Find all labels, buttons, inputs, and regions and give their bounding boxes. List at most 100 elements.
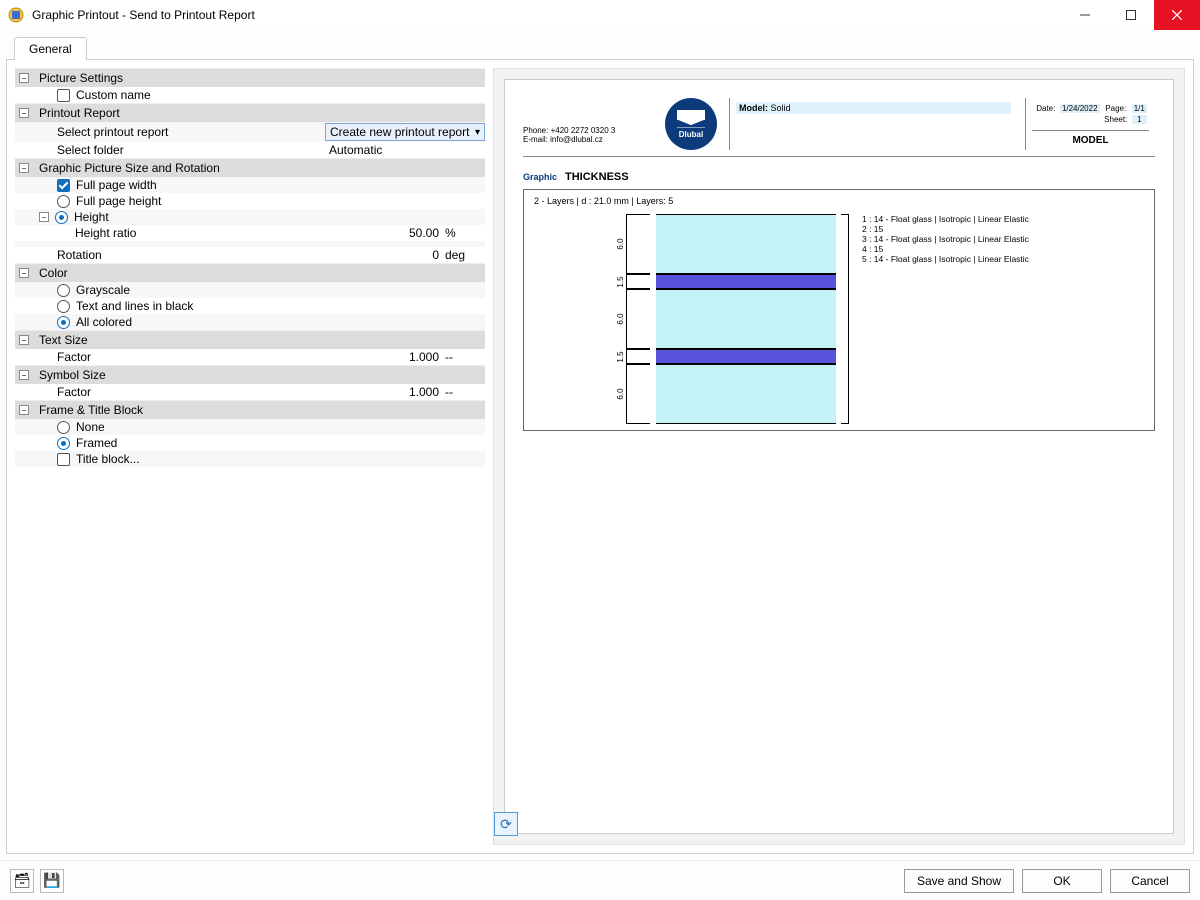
graphic-title-row: Graphic THICKNESS (523, 171, 1155, 183)
row-select-folder: Select folder Automatic (15, 142, 485, 158)
minimize-button[interactable] (1062, 0, 1108, 30)
layer-stack (656, 214, 836, 424)
section-picture-settings[interactable]: −Picture Settings (15, 68, 485, 87)
grayscale-radio[interactable] (57, 284, 70, 297)
custom-name-checkbox[interactable] (57, 89, 70, 102)
maximize-button[interactable] (1108, 0, 1154, 30)
page-value: 1/1 (1132, 104, 1147, 113)
section-symbol-size[interactable]: −Symbol Size (15, 365, 485, 384)
save-and-show-button[interactable]: Save and Show (904, 869, 1014, 893)
rotation-unit: deg (445, 248, 485, 262)
section-frame[interactable]: −Frame & Title Block (15, 400, 485, 419)
row-height-ratio: Height ratio 50.00 % (15, 225, 485, 241)
collapse-icon[interactable]: − (19, 108, 29, 118)
layer-foil (656, 349, 836, 364)
row-symbol-factor: Factor 1.000 -- (15, 384, 485, 400)
date-value: 1/24/2022 (1060, 104, 1100, 113)
select-folder-label: Select folder (57, 143, 325, 157)
title-block-checkbox[interactable] (57, 453, 70, 466)
text-factor-value[interactable]: 1.000 (335, 350, 445, 364)
thickness-label: THICKNESS (565, 171, 629, 183)
section-size-rotation[interactable]: −Graphic Picture Size and Rotation (15, 158, 485, 177)
collapse-icon[interactable]: − (19, 370, 29, 380)
tab-general[interactable]: General (14, 37, 87, 60)
legend-item: 2 : 15 (862, 224, 1052, 234)
model-heading: MODEL (1032, 130, 1149, 146)
full-page-height-radio[interactable] (57, 195, 70, 208)
panel-wrap: −Picture Settings Custom name −Printout … (6, 59, 1194, 854)
row-all-colored: All colored (15, 314, 485, 330)
all-colored-radio[interactable] (57, 316, 70, 329)
ok-button[interactable]: OK (1022, 869, 1102, 893)
section-color[interactable]: −Color (15, 263, 485, 282)
right-panel: Phone: +420 2272 0320 3 E-mail: info@dlu… (493, 68, 1185, 845)
symbol-factor-unit: -- (445, 385, 485, 399)
full-page-height-label: Full page height (76, 194, 485, 208)
refresh-icon: ⟳ (500, 816, 512, 833)
collapse-icon[interactable]: − (19, 405, 29, 415)
legend-item: 4 : 15 (862, 244, 1052, 254)
height-label: Height (74, 210, 485, 224)
graphic-box: 2 - Layers | d : 21.0 mm | Layers: 5 6.0… (523, 189, 1155, 431)
graphic-subtitle: 2 - Layers | d : 21.0 mm | Layers: 5 (534, 196, 1144, 206)
titlebar: Graphic Printout - Send to Printout Repo… (0, 0, 1200, 30)
refresh-button[interactable]: ⟳ (494, 812, 518, 836)
bracket-column (842, 214, 856, 424)
close-button[interactable] (1154, 0, 1200, 30)
row-full-page-height: Full page height (15, 193, 485, 209)
collapse-icon[interactable]: − (19, 335, 29, 345)
row-rotation: Rotation 0 deg (15, 247, 485, 263)
window-title: Graphic Printout - Send to Printout Repo… (32, 8, 1062, 22)
app-icon (8, 7, 24, 23)
text-lines-black-label: Text and lines in black (76, 299, 485, 313)
window: Graphic Printout - Send to Printout Repo… (0, 0, 1200, 900)
window-buttons (1062, 0, 1200, 30)
save-icon: 💾 (43, 872, 60, 889)
height-ratio-value[interactable]: 50.00 (335, 226, 445, 240)
contact-block: Phone: +420 2272 0320 3 E-mail: info@dlu… (523, 98, 653, 150)
select-printout-report-label: Select printout report (57, 125, 325, 139)
section-text-size[interactable]: −Text Size (15, 330, 485, 349)
full-page-width-checkbox[interactable] (57, 179, 70, 192)
frame-none-label: None (76, 420, 485, 434)
rotation-label: Rotation (57, 248, 335, 262)
layer-glass (656, 214, 836, 274)
meta-block: Date:1/24/2022Page:1/1 Sheet:1 MODEL (1025, 98, 1155, 150)
legend-item: 1 : 14 - Float glass | Isotropic | Linea… (862, 214, 1052, 224)
bridge-icon (677, 110, 705, 128)
row-select-printout-report: Select printout report Create new printo… (15, 122, 485, 142)
layer-glass (656, 289, 836, 349)
legend-item: 3 : 14 - Float glass | Isotropic | Linea… (862, 234, 1052, 244)
symbol-factor-value[interactable]: 1.000 (335, 385, 445, 399)
phone-text: Phone: +420 2272 0320 3 (523, 126, 653, 135)
footer: 🗃 💾 Save and Show OK Cancel (0, 860, 1200, 900)
select-printout-report-dropdown[interactable]: Create new printout report ▾ (325, 123, 485, 141)
legend: 1 : 14 - Float glass | Isotropic | Linea… (862, 214, 1052, 424)
height-radio[interactable] (55, 211, 68, 224)
collapse-icon[interactable]: − (19, 163, 29, 173)
row-frame-none: None (15, 419, 485, 435)
frame-none-radio[interactable] (57, 421, 70, 434)
layer-glass (656, 364, 836, 424)
full-page-width-label: Full page width (76, 178, 485, 192)
collapse-icon[interactable]: − (19, 73, 29, 83)
row-title-block: Title block... (15, 451, 485, 467)
db-icon: 🗃 (13, 872, 31, 889)
footer-tool-1[interactable]: 🗃 (10, 869, 34, 893)
cancel-button[interactable]: Cancel (1110, 869, 1190, 893)
section-printout-report[interactable]: −Printout Report (15, 103, 485, 122)
all-colored-label: All colored (76, 315, 485, 329)
layer-diagram: 6.0 1.5 6.0 1.5 6.0 (534, 214, 1144, 424)
collapse-icon[interactable]: − (39, 212, 49, 222)
symbol-factor-label: Factor (57, 385, 335, 399)
text-lines-black-radio[interactable] (57, 300, 70, 313)
rotation-value[interactable]: 0 (335, 248, 445, 262)
row-text-lines-black: Text and lines in black (15, 298, 485, 314)
collapse-icon[interactable]: − (19, 268, 29, 278)
framed-label: Framed (76, 436, 485, 450)
preview-page: Phone: +420 2272 0320 3 E-mail: info@dlu… (504, 79, 1174, 834)
legend-item: 5 : 14 - Float glass | Isotropic | Linea… (862, 254, 1052, 264)
framed-radio[interactable] (57, 437, 70, 450)
footer-tool-2[interactable]: 💾 (40, 869, 64, 893)
model-block: Model: Solid (729, 98, 1017, 150)
